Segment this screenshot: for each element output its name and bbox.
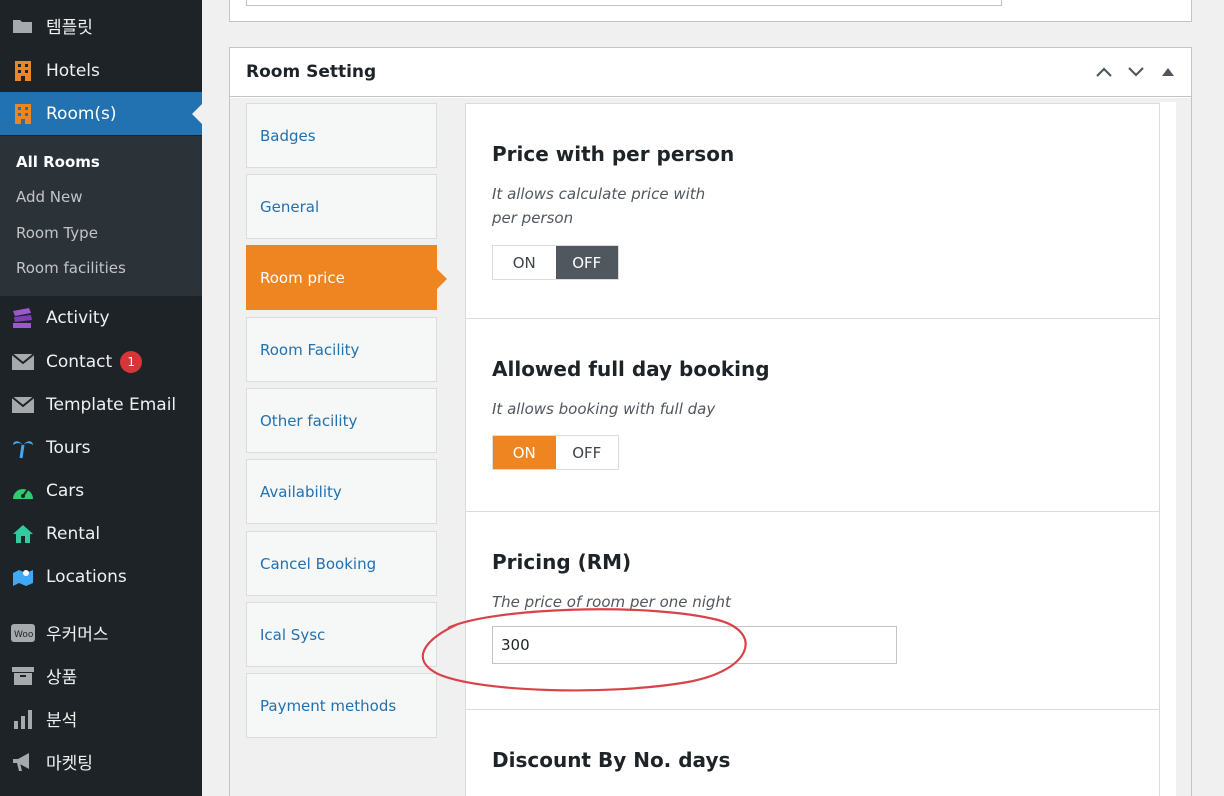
tab-general[interactable]: General: [246, 174, 437, 239]
building-icon: [10, 103, 36, 125]
previous-field[interactable]: [246, 0, 1002, 6]
rooms-submenu: All Rooms Add New Room Type Room facilit…: [0, 136, 202, 296]
menu-label: Room(s): [46, 103, 117, 124]
annotation-ellipse: [421, 608, 747, 692]
content-scroll-gutter: [1160, 102, 1176, 796]
section-full-day-booking: Allowed full day booking It allows booki…: [466, 319, 1159, 512]
notification-badge: 1: [120, 350, 143, 373]
activity-icon: [10, 307, 36, 329]
megaphone-icon: [10, 751, 36, 773]
building-icon: [10, 60, 36, 82]
menu-item-contact[interactable]: Contact 1: [0, 340, 202, 383]
section-title: Pricing (RM): [492, 550, 632, 574]
menu-item-hotels[interactable]: Hotels: [0, 49, 202, 92]
collapse-toggle-icon[interactable]: [1157, 62, 1179, 82]
map-icon: [10, 566, 36, 588]
section-price-per-person: Price with per person It allows calculat…: [466, 104, 1159, 319]
metabox-header: Room Setting: [230, 48, 1191, 97]
tab-badges[interactable]: Badges: [246, 103, 437, 168]
folder-icon: [10, 15, 36, 37]
menu-label: Rental: [46, 523, 101, 544]
submenu-all-rooms[interactable]: All Rooms: [0, 144, 202, 180]
menu-label: 상품: [46, 668, 78, 688]
submenu-room-type[interactable]: Room Type: [0, 215, 202, 251]
section-title: Allowed full day booking: [492, 357, 770, 381]
menu-label: 우커머스: [46, 625, 109, 645]
bar-chart-icon: [10, 708, 36, 730]
dashboard-icon: [10, 480, 36, 502]
previous-metabox: [229, 0, 1192, 22]
menu-item-tours[interactable]: Tours: [0, 426, 202, 469]
menu-label: 마켓팅: [46, 754, 93, 774]
woo-icon: Woo: [10, 622, 36, 644]
tab-room-price[interactable]: Room price: [246, 245, 447, 310]
tab-other-facility[interactable]: Other facility: [246, 388, 437, 453]
menu-item-locations[interactable]: Locations: [0, 555, 202, 598]
menu-label: Contact: [46, 351, 113, 372]
menu-item-cars[interactable]: Cars: [0, 469, 202, 512]
home-icon: [10, 523, 36, 545]
per-person-toggle[interactable]: ON OFF: [492, 245, 619, 280]
palm-tree-icon: [10, 437, 36, 459]
menu-label: Locations: [46, 566, 127, 587]
menu-label: Tours: [46, 437, 91, 458]
toggle-on-option[interactable]: ON: [493, 436, 556, 469]
admin-sidebar: 템플릿 Hotels Room(s) All Rooms Add New Roo…: [0, 0, 202, 796]
description-line: It allows calculate price with: [492, 185, 706, 203]
menu-label: Hotels: [46, 60, 100, 81]
metabox-title: Room Setting: [246, 62, 377, 82]
archive-icon: [10, 665, 36, 687]
mail-icon: [10, 394, 36, 416]
section-title: Discount By No. days: [492, 748, 731, 772]
section-discount-by-days: Discount By No. days: [466, 710, 1159, 796]
menu-item-template-email[interactable]: Template Email: [0, 383, 202, 426]
section-title: Price with per person: [492, 142, 735, 166]
menu-label: Cars: [46, 480, 85, 501]
tab-cancel-booking[interactable]: Cancel Booking: [246, 531, 437, 596]
menu-item-activity[interactable]: Activity: [0, 296, 202, 339]
toggle-on-option[interactable]: ON: [493, 246, 556, 279]
submenu-room-facilities[interactable]: Room facilities: [0, 251, 202, 287]
metabox-controls: [1093, 62, 1179, 82]
chevron-down-icon[interactable]: [1125, 62, 1147, 82]
menu-label: 템플릿: [46, 18, 93, 38]
description-line: per person: [492, 209, 574, 227]
tab-ical-sysc[interactable]: Ical Sysc: [246, 602, 437, 667]
menu-label: Activity: [46, 307, 110, 328]
menu-item-woocommerce[interactable]: Woo 우커머스: [0, 611, 202, 654]
menu-item-rental[interactable]: Rental: [0, 512, 202, 555]
menu-item-templates[interactable]: 템플릿: [0, 4, 202, 47]
menu-item-analytics[interactable]: 분석: [0, 697, 202, 740]
full-day-toggle[interactable]: ON OFF: [492, 435, 619, 470]
menu-label: 분석: [46, 711, 78, 731]
tab-room-facility[interactable]: Room Facility: [246, 317, 437, 382]
tab-availability[interactable]: Availability: [246, 459, 437, 524]
menu-item-rooms[interactable]: Room(s): [0, 92, 202, 135]
menu-item-products[interactable]: 상품: [0, 654, 202, 697]
tab-payment-methods[interactable]: Payment methods: [246, 673, 437, 738]
toggle-off-option[interactable]: OFF: [556, 436, 619, 469]
section-description: It allows calculate price with per perso…: [492, 182, 1159, 230]
section-description: It allows booking with full day: [492, 400, 716, 418]
submenu-add-new[interactable]: Add New: [0, 180, 202, 216]
menu-label: Template Email: [46, 394, 177, 415]
menu-item-marketing[interactable]: 마켓팅: [0, 740, 202, 783]
svg-text:Woo: Woo: [14, 630, 34, 640]
chevron-up-icon[interactable]: [1093, 62, 1115, 82]
toggle-off-option[interactable]: OFF: [555, 246, 618, 279]
mail-icon: [10, 351, 36, 373]
